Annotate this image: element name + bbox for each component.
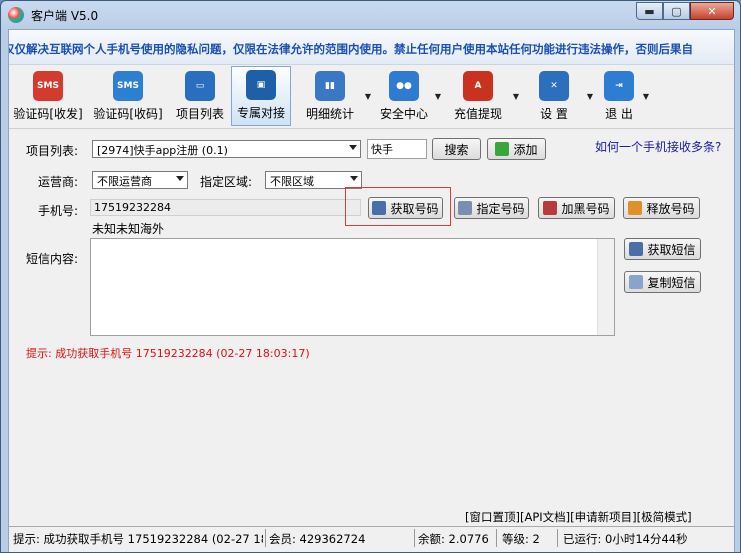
notice-marquee: 仅仅解决互联网个人手机号使用的隐私问题，仅限在法律允许的范围内使用。禁止任何用户…	[9, 30, 734, 65]
monitor-icon: ▭	[185, 71, 215, 101]
search-button[interactable]: 搜索	[432, 138, 481, 160]
screen-icon: ▣	[246, 70, 276, 100]
toolbar-sms-receive[interactable]: SMS 验证码[收码]	[87, 66, 169, 126]
get-number-button[interactable]: 获取号码	[368, 197, 443, 219]
status-uptime: 已运行: 0小时14分44秒	[563, 532, 688, 546]
carrier-label: 运营商:	[38, 175, 79, 189]
search-input[interactable]: 快手	[367, 139, 427, 159]
project-select[interactable]: [2974]快手app注册 (0.1)	[92, 140, 361, 158]
get-sms-button[interactable]: 获取短信	[624, 238, 701, 260]
pencil-icon	[458, 201, 473, 215]
region-label: 指定区域:	[200, 175, 253, 189]
status-balance: 余额: 2.0776	[418, 532, 489, 546]
release-number-button[interactable]: 释放号码	[623, 197, 700, 219]
app-logo-icon	[8, 7, 24, 23]
hint-message: 提示: 成功获取手机号 17519232284 (02-27 18:03:17)	[26, 347, 310, 360]
release-icon	[628, 201, 643, 215]
status-bar: 提示: 成功获取手机号 17519232284 (02-27 18 会员: 42…	[9, 526, 734, 551]
toolbar-statistics[interactable]: ▮▮ 明细统计 ▼	[291, 66, 371, 126]
carrier-select[interactable]: 不限运营商	[92, 171, 188, 189]
status-member: 会员: 429362724	[269, 532, 366, 546]
phone-label: 手机号:	[38, 204, 79, 218]
toolbar-settings[interactable]: ✕ 设 置 ▼	[517, 66, 593, 126]
copy-icon	[629, 275, 644, 289]
sms-icon	[629, 242, 644, 256]
toolbar: SMS 验证码[收发] SMS 验证码[收码] ▭ 项目列表 ▣ 专属对接 ▮▮…	[9, 66, 734, 129]
status-level: 等级: 2	[502, 532, 540, 546]
bottom-links[interactable]: [窗口置顶][API文档][申请新项目][极简模式]	[465, 509, 692, 525]
phone-icon	[372, 201, 387, 215]
notice-text: 仅仅解决互联网个人手机号使用的隐私问题，仅限在法律允许的范围内使用。禁止任何用户…	[9, 42, 693, 56]
client-area: 仅仅解决互联网个人手机号使用的隐私问题，仅限在法律允许的范围内使用。禁止任何用户…	[8, 29, 735, 552]
tools-icon: ✕	[539, 71, 569, 101]
assign-number-button[interactable]: 指定号码	[454, 197, 529, 219]
sms-content-textarea[interactable]	[90, 238, 615, 336]
maximize-button[interactable]: ▢	[663, 2, 690, 20]
add-button[interactable]: 添加	[487, 138, 546, 160]
blacklist-number-button[interactable]: 加黑号码	[538, 197, 615, 219]
status-hint: 提示: 成功获取手机号 17519232284 (02-27 18	[13, 532, 263, 546]
sms-content-label: 短信内容:	[26, 252, 79, 266]
sms-blue-icon: SMS	[113, 71, 143, 101]
toolbar-project-list[interactable]: ▭ 项目列表	[169, 66, 231, 126]
copy-sms-button[interactable]: 复制短信	[624, 271, 701, 293]
title-bar[interactable]: 客户端 V5.0 ▬ ▢ ✕	[1, 1, 740, 29]
exit-icon: ⇥	[604, 71, 634, 101]
block-icon	[543, 201, 558, 215]
phone-location: 未知未知海外	[92, 222, 165, 236]
plus-icon	[495, 142, 510, 156]
minimize-button[interactable]: ▬	[636, 2, 663, 20]
sms-red-icon: SMS	[33, 71, 63, 101]
acrobat-icon: A	[463, 71, 493, 101]
project-list-label: 项目列表:	[26, 144, 79, 158]
chevron-down-icon	[350, 176, 358, 181]
sms-scrollbar[interactable]	[597, 239, 614, 335]
toolbar-security[interactable]: ●● 安全中心 ▼	[369, 66, 441, 126]
toolbar-sms-send-receive[interactable]: SMS 验证码[收发]	[9, 66, 87, 126]
main-window: 客户端 V5.0 ▬ ▢ ✕ 仅仅解决互联网个人手机号使用的隐私问题，仅限在法律…	[0, 0, 741, 553]
help-link[interactable]: 如何一个手机接收多条?	[595, 138, 721, 155]
toolbar-exit[interactable]: ⇥ 退 出 ▼	[591, 66, 649, 126]
toolbar-recharge[interactable]: A 充值提现 ▼	[439, 66, 519, 126]
window-title: 客户端 V5.0	[31, 9, 99, 23]
chevron-down-icon[interactable]: ▼	[643, 92, 649, 101]
toolbar-dedicated[interactable]: ▣ 专属对接	[231, 66, 291, 126]
phone-number-field[interactable]: 17519232284	[90, 199, 361, 216]
chevron-down-icon	[176, 176, 184, 181]
chevron-down-icon	[349, 145, 357, 150]
chart-icon: ▮▮	[315, 71, 345, 101]
users-icon: ●●	[389, 71, 419, 101]
close-button[interactable]: ✕	[690, 2, 734, 20]
